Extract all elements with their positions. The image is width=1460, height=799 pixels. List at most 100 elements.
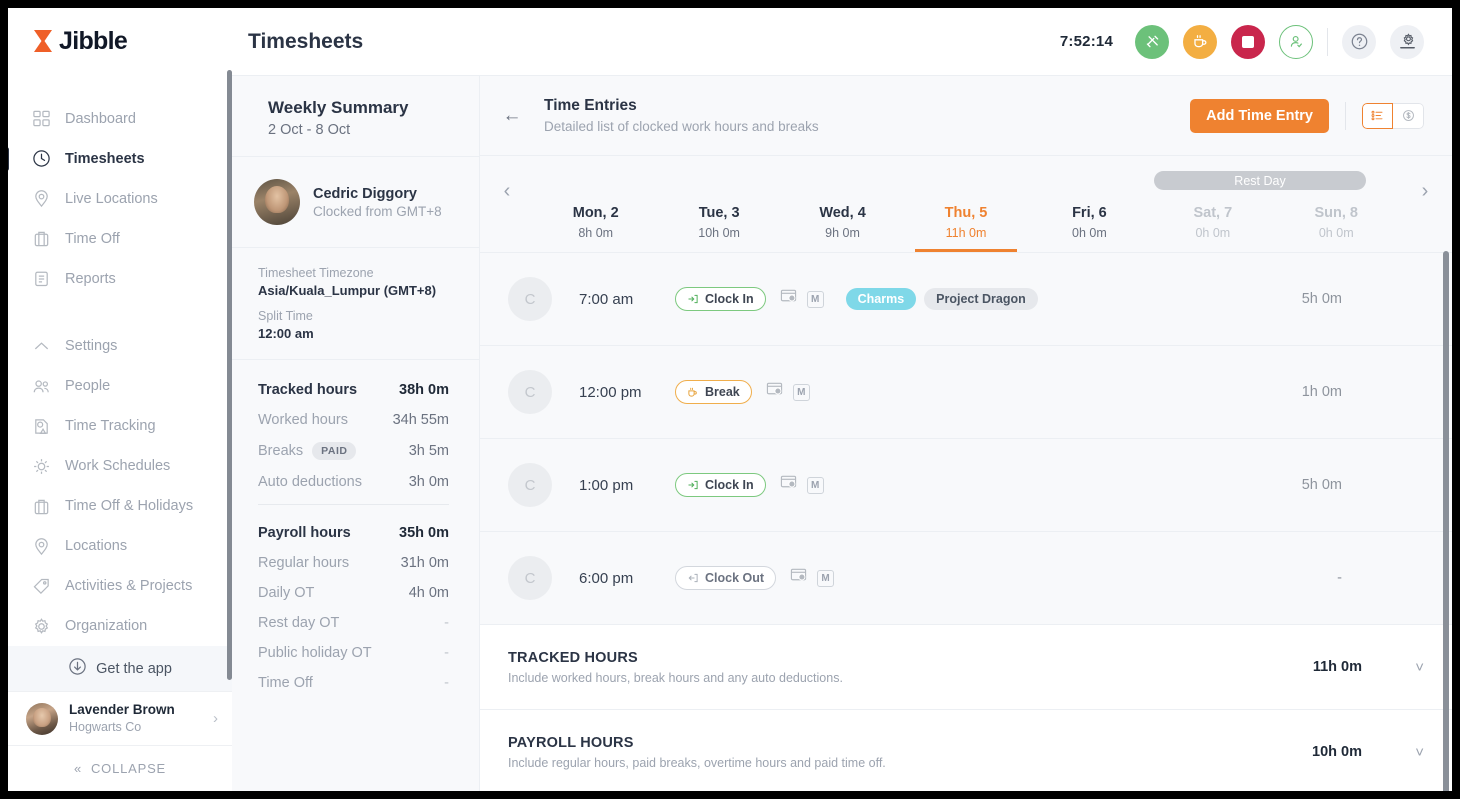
- stat-value: 38h 0m: [399, 382, 449, 398]
- sidebar-item-label: Activities & Projects: [65, 578, 193, 595]
- screenshot-icon[interactable]: [780, 474, 797, 496]
- sidebar-item-time-tracking[interactable]: Time Tracking: [8, 406, 232, 446]
- avatar: [26, 702, 58, 735]
- people-icon: [32, 377, 51, 396]
- manual-entry-icon[interactable]: M: [806, 476, 824, 494]
- sidebar-item-label: Work Schedules: [65, 458, 171, 475]
- manual-entry-icon[interactable]: M: [806, 290, 824, 308]
- sidebar-item-people[interactable]: People: [8, 366, 232, 406]
- table-row[interactable]: C 1:00 pm Clock In M 5h 0m: [480, 439, 1452, 532]
- summary-description: Include regular hours, paid breaks, over…: [508, 755, 886, 770]
- jibble-hourglass-icon: [32, 29, 54, 53]
- clock-icon: [32, 149, 51, 168]
- manual-entry-icon[interactable]: M: [817, 569, 835, 587]
- sidebar-item-live-locations[interactable]: Live Locations: [8, 179, 232, 219]
- stat-label: Daily OT: [258, 585, 315, 601]
- time-tracking-icon: [32, 417, 51, 436]
- sidebar-item-locations[interactable]: Locations: [8, 526, 232, 566]
- sidebar-item-time-off-holidays[interactable]: Time Off & Holidays: [8, 486, 232, 526]
- clock-in-button[interactable]: [1135, 24, 1169, 59]
- view-toggle: [1362, 102, 1424, 129]
- stat-label: Rest day OT: [258, 615, 340, 631]
- sidebar-user-account[interactable]: Lavender Brown Hogwarts Co ›: [8, 691, 232, 746]
- previous-week-button[interactable]: ‹: [480, 156, 534, 252]
- day-label: Sat, 7: [1193, 205, 1233, 221]
- help-button[interactable]: [1342, 24, 1376, 59]
- entry-tags: Charms Project Dragon: [845, 288, 1038, 310]
- summary-stats: Tracked hours 38h 0m Worked hours 34h 55…: [232, 360, 479, 705]
- day-tab-tue-3[interactable]: Tue, 3 10h 0m: [657, 156, 780, 252]
- sidebar-item-dashboard[interactable]: Dashboard: [8, 99, 232, 139]
- stat-label: Time Off: [258, 675, 313, 691]
- screenshot-icon[interactable]: [766, 381, 783, 403]
- get-the-app-button[interactable]: Get the app: [8, 646, 232, 692]
- project-tag[interactable]: Project Dragon: [924, 288, 1038, 310]
- back-button[interactable]: ←: [480, 105, 544, 127]
- stop-button[interactable]: [1231, 24, 1265, 59]
- day-tab-sat-7[interactable]: Sat, 7 0h 0m: [1151, 156, 1274, 252]
- tag-icon: [32, 577, 51, 596]
- user-status-button[interactable]: [1279, 24, 1313, 59]
- day-label: Fri, 6: [1072, 205, 1107, 221]
- payroll-hours-summary[interactable]: PAYROLL HOURS Include regular hours, pai…: [480, 710, 1452, 791]
- chevron-right-icon: ›: [213, 710, 218, 727]
- day-hours: 11h 0m: [945, 226, 987, 240]
- settings-button[interactable]: [1390, 24, 1424, 59]
- list-view-toggle[interactable]: [1362, 102, 1393, 129]
- content-split: Weekly Summary 2 Oct - 8 Oct Cedric Digg…: [232, 76, 1452, 791]
- main-scrollbar[interactable]: [1443, 251, 1449, 791]
- day-tab-mon-2[interactable]: Mon, 2 8h 0m: [534, 156, 657, 252]
- next-week-button[interactable]: ›: [1398, 156, 1452, 252]
- employee-card[interactable]: Cedric Diggory Clocked from GMT+8: [232, 157, 479, 248]
- stat-label: Public holiday OT: [258, 645, 372, 661]
- break-button[interactable]: [1183, 24, 1217, 59]
- entry-duration: -: [1337, 570, 1342, 586]
- sidebar-item-settings[interactable]: Settings: [8, 326, 232, 366]
- stat-row: Payroll hours 35h 0m: [258, 525, 449, 541]
- stat-label: Worked hours: [258, 412, 348, 428]
- entry-icons: M: [780, 474, 824, 496]
- employee-timezone-note: Clocked from GMT+8: [313, 203, 442, 219]
- day-hours: 0h 0m: [1195, 226, 1231, 240]
- stat-label: Breaks: [258, 443, 304, 459]
- schedule-icon: [32, 457, 51, 476]
- sidebar-item-time-off[interactable]: Time Off: [8, 219, 232, 259]
- day-tab-thu-5[interactable]: Thu, 5 11h 0m: [904, 156, 1027, 252]
- activity-tag[interactable]: Charms: [845, 288, 917, 310]
- app-window: Jibble Dashboard Timesheets Live Locatio…: [8, 8, 1452, 791]
- status-label: Clock In: [705, 478, 754, 492]
- table-row[interactable]: C 7:00 am Clock In M Charms Project Drag…: [480, 253, 1452, 346]
- sidebar-item-activities-projects[interactable]: Activities & Projects: [8, 566, 232, 606]
- topbar-actions: 7:52:14: [1060, 24, 1424, 59]
- stat-value: 34h 55m: [392, 412, 449, 428]
- day-tab-sun-8[interactable]: Sun, 8 0h 0m: [1275, 156, 1398, 252]
- pin-icon: [32, 537, 51, 556]
- day-hours: 0h 0m: [1318, 226, 1354, 240]
- tracked-hours-summary[interactable]: TRACKED HOURS Include worked hours, brea…: [480, 625, 1452, 710]
- screenshot-icon[interactable]: [790, 567, 807, 589]
- manual-entry-icon[interactable]: M: [792, 383, 810, 401]
- sidebar-item-work-schedules[interactable]: Work Schedules: [8, 446, 232, 486]
- collapse-sidebar-button[interactable]: « COLLAPSE: [8, 746, 232, 791]
- clock-in-arrow-icon: [688, 294, 698, 304]
- stat-row: Regular hours 31h 0m: [258, 555, 449, 571]
- screenshot-icon[interactable]: [780, 288, 797, 310]
- day-tab-wed-4[interactable]: Wed, 4 9h 0m: [781, 156, 904, 252]
- table-row[interactable]: C 6:00 pm Clock Out M -: [480, 532, 1452, 625]
- sidebar-item-reports[interactable]: Reports: [8, 259, 232, 299]
- day-tab-fri-6[interactable]: Fri, 6 0h 0m: [1028, 156, 1151, 252]
- app-logo[interactable]: Jibble: [8, 8, 232, 75]
- get-the-app-label: Get the app: [96, 660, 172, 677]
- chevron-down-icon[interactable]: ˅: [1362, 659, 1424, 676]
- employee-name: Cedric Diggory: [313, 185, 417, 202]
- table-row[interactable]: C 12:00 pm Break M 1h 0m: [480, 346, 1452, 439]
- stat-row: Breaks PAID 3h 5m: [258, 442, 449, 460]
- sidebar-item-organization[interactable]: Organization: [8, 606, 232, 646]
- paid-badge: PAID: [312, 442, 357, 460]
- cost-view-toggle[interactable]: [1393, 102, 1424, 129]
- chevron-down-icon[interactable]: ˅: [1362, 744, 1424, 761]
- timezone-label: Timesheet Timezone: [258, 266, 374, 280]
- time-entry-list: C 7:00 am Clock In M Charms Project Drag…: [480, 253, 1452, 791]
- add-time-entry-button[interactable]: Add Time Entry: [1190, 98, 1329, 133]
- sidebar-item-timesheets[interactable]: Timesheets: [8, 139, 232, 179]
